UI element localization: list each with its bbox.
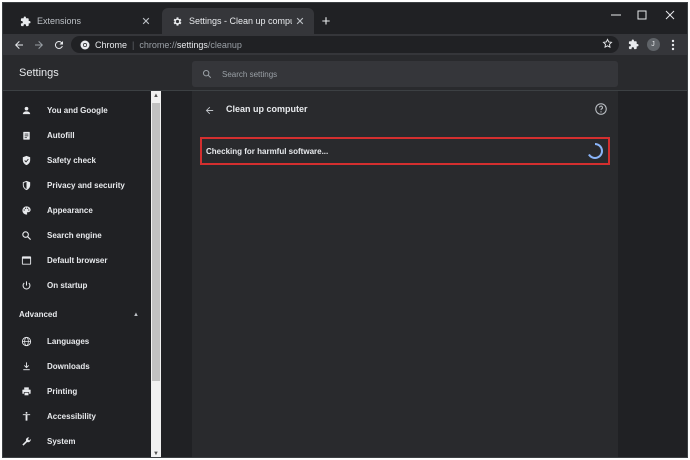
advanced-label: Advanced	[19, 310, 58, 319]
clipboard-icon	[20, 129, 32, 141]
scroll-down-arrow-icon[interactable]: ▼	[151, 449, 161, 457]
puzzle-icon	[628, 39, 639, 50]
wrench-icon	[20, 435, 32, 447]
back-arrow-icon[interactable]	[202, 103, 216, 117]
card-header: Clean up computer	[192, 91, 618, 129]
reload-button[interactable]	[49, 35, 69, 54]
sidebar-item-downloads[interactable]: Downloads	[3, 354, 151, 378]
settings-header: Settings Search settings	[3, 55, 687, 91]
caret-up-icon: ▲	[133, 312, 139, 318]
search-icon	[20, 229, 32, 241]
globe-icon	[20, 335, 32, 347]
address-bar[interactable]: Chrome | chrome://settings/cleanup	[71, 36, 619, 53]
sidebar-item-label: Default browser	[47, 255, 108, 265]
browser-window: Extensions ✕ Settings - Clean up compute…	[2, 2, 688, 458]
sidebar-item-privacy-and-security[interactable]: Privacy and security	[3, 173, 151, 197]
tab-title: Extensions	[37, 16, 82, 26]
sidebar-item-you-and-google[interactable]: You and Google	[3, 98, 151, 122]
profile-button[interactable]: J	[643, 35, 663, 54]
sidebar-item-label: Appearance	[47, 205, 93, 215]
arrow-left-icon	[15, 40, 23, 49]
sidebar-item-accessibility[interactable]: Accessibility	[3, 404, 151, 428]
chrome-icon	[80, 40, 90, 50]
sidebar-item-on-startup[interactable]: On startup	[3, 273, 151, 297]
accessibility-icon	[20, 410, 32, 422]
sidebar-item-appearance[interactable]: Appearance	[3, 198, 151, 222]
arrow-right-icon	[35, 40, 43, 49]
download-icon	[20, 360, 32, 372]
url-host: settings	[176, 39, 208, 50]
sidebar-advanced-toggle[interactable]: Advanced ▲	[19, 310, 139, 322]
new-tab-button[interactable]: +	[317, 12, 335, 30]
sidebar-scrollbar[interactable]: ▲ ▼	[151, 91, 161, 457]
cleanup-card: Clean up computer Checking for harmful s…	[192, 91, 618, 457]
url-scheme: chrome://	[139, 39, 177, 50]
reload-icon	[54, 40, 63, 49]
sidebar-item-languages[interactable]: Languages	[3, 329, 151, 353]
avatar: J	[646, 38, 660, 51]
sidebar-item-label: On startup	[47, 280, 88, 290]
browser-icon	[20, 254, 32, 266]
person-icon	[20, 104, 32, 116]
forward-button[interactable]	[29, 35, 49, 54]
gear-icon	[171, 15, 183, 27]
sidebar-item-label: Printing	[47, 386, 78, 396]
sidebar-item-label: Languages	[47, 336, 90, 346]
search-placeholder: Search settings	[222, 69, 278, 79]
menu-button[interactable]	[663, 35, 683, 54]
url-separator: |	[132, 39, 135, 50]
tab-extensions[interactable]: Extensions ✕	[10, 8, 160, 34]
sidebar-item-printing[interactable]: Printing	[3, 379, 151, 403]
palette-icon	[20, 204, 32, 216]
sidebar-item-label: System	[47, 436, 76, 446]
tab-title: Settings - Clean up computer	[189, 16, 292, 26]
tab-close-icon[interactable]: ✕	[138, 13, 154, 29]
sidebar-item-search-engine[interactable]: Search engine	[3, 223, 151, 247]
tab-strip: Extensions ✕ Settings - Clean up compute…	[3, 3, 687, 34]
url-path: /cleanup	[207, 39, 242, 50]
search-icon	[202, 69, 212, 79]
sidebar-item-autofill[interactable]: Autofill	[3, 123, 151, 147]
help-icon[interactable]	[594, 102, 608, 116]
settings-sidebar: You and Google Autofill Safety check Pri…	[3, 91, 151, 457]
loading-spinner-icon	[586, 142, 604, 160]
shield-icon	[20, 179, 32, 191]
settings-title: Settings	[19, 67, 59, 79]
back-button[interactable]	[9, 35, 29, 54]
toolbar: Chrome | chrome://settings/cleanup J	[3, 34, 687, 55]
puzzle-icon	[19, 15, 31, 27]
power-icon	[20, 279, 32, 291]
scan-status-row: Checking for harmful software...	[200, 137, 610, 165]
printer-icon	[20, 385, 32, 397]
sidebar-item-label: Search engine	[47, 230, 102, 240]
tab-close-icon[interactable]: ✕	[292, 13, 308, 29]
scrollbar-thumb[interactable]	[152, 103, 160, 381]
scroll-up-arrow-icon[interactable]: ▲	[151, 91, 161, 101]
sidebar-item-label: Safety check	[47, 155, 96, 165]
sidebar-item-label: Downloads	[47, 361, 90, 371]
search-settings-input[interactable]: Search settings	[192, 61, 618, 87]
sidebar-item-default-browser[interactable]: Default browser	[3, 248, 151, 272]
page-title: Clean up computer	[226, 104, 308, 114]
sidebar-item-system[interactable]: System	[3, 429, 151, 453]
sidebar-item-safety-check[interactable]: Safety check	[3, 148, 151, 172]
sidebar-item-label: You and Google	[47, 105, 108, 115]
tab-settings[interactable]: Settings - Clean up computer ✕	[162, 8, 314, 34]
more-vert-icon	[671, 39, 675, 50]
close-window-button[interactable]	[653, 3, 687, 27]
sidebar-item-label: Privacy and security	[47, 180, 125, 190]
shield-check-icon	[20, 154, 32, 166]
sidebar-item-label: Autofill	[47, 130, 75, 140]
site-label: Chrome	[95, 39, 128, 50]
bookmark-star-icon[interactable]	[602, 38, 613, 51]
sidebar-item-label: Accessibility	[47, 411, 96, 421]
extensions-button[interactable]	[623, 35, 643, 54]
status-text: Checking for harmful software...	[206, 147, 329, 156]
